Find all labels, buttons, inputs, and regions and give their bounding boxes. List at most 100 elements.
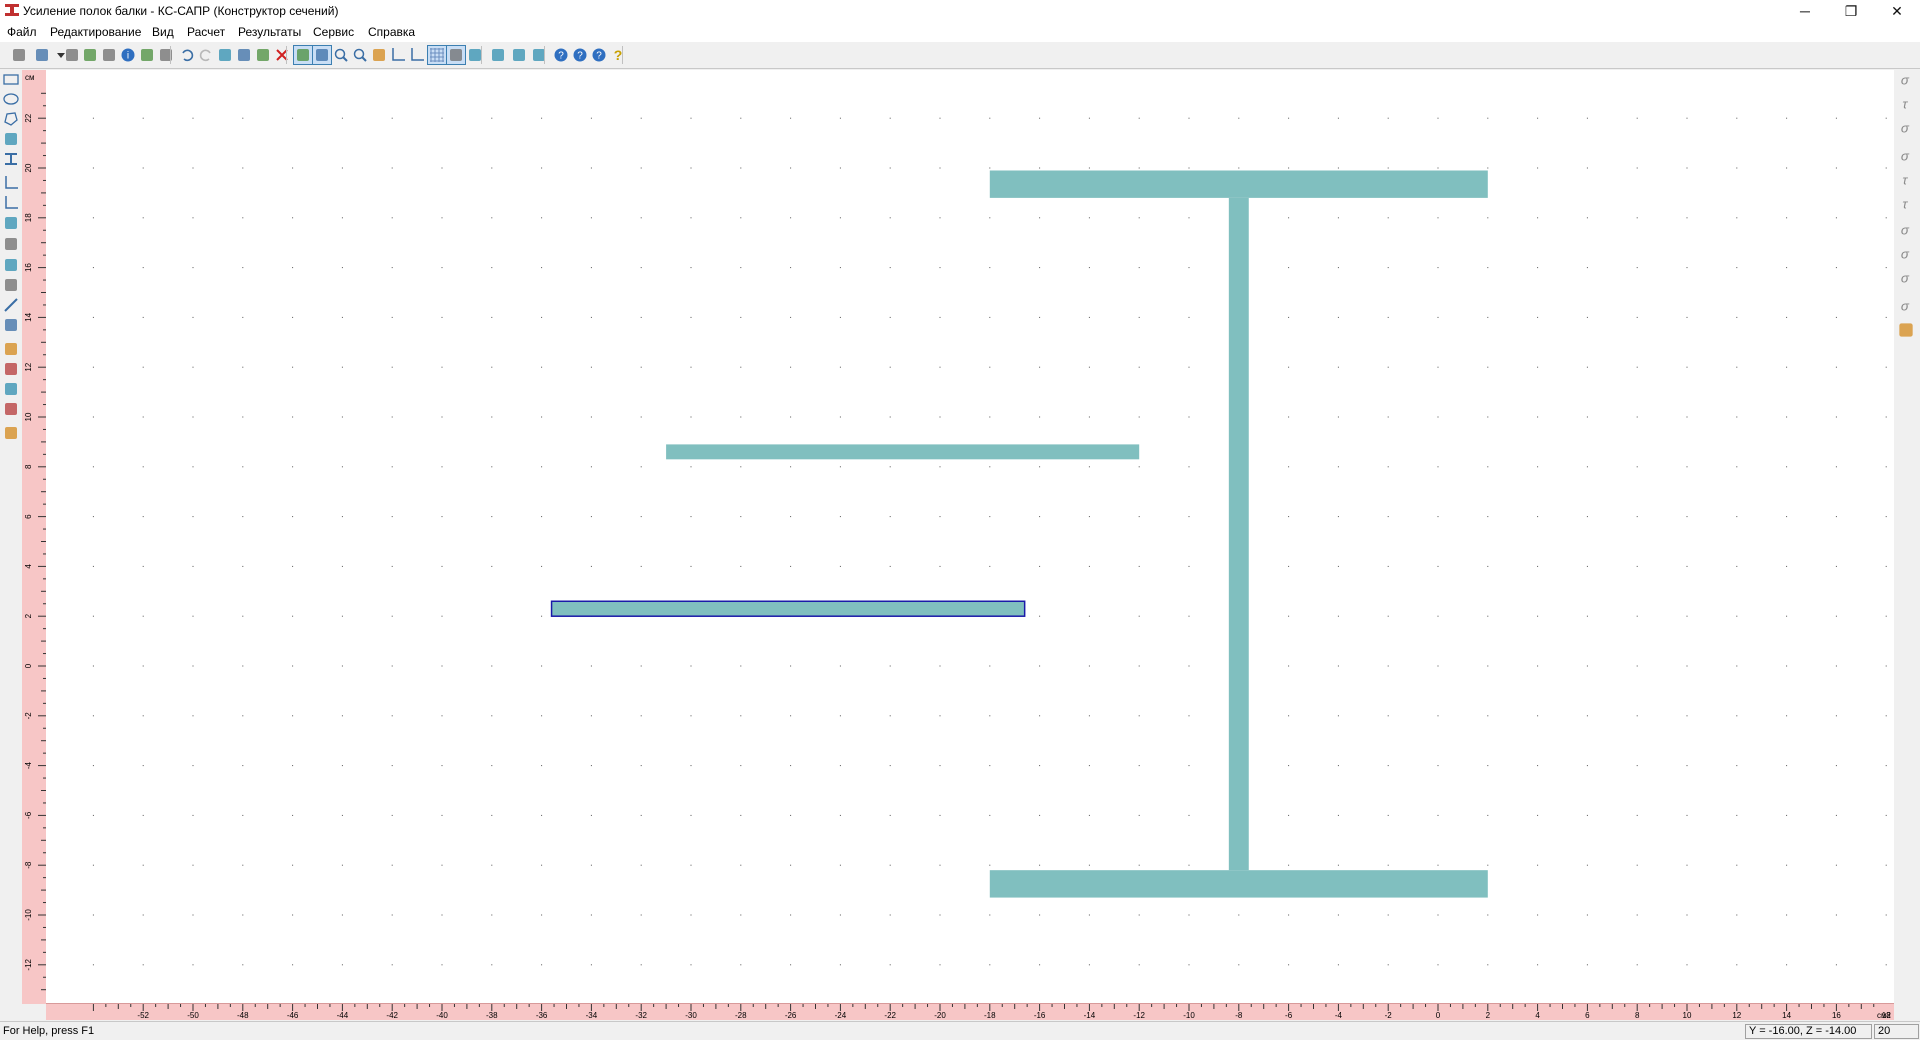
tips-button[interactable]: ? [609,46,627,64]
sigma-r-icon: σ [1901,298,1910,313]
i-beam-tool-button[interactable] [2,150,20,168]
info-button[interactable]: i [119,46,137,64]
about-button[interactable]: ? [590,46,608,64]
properties-button[interactable] [2,424,20,442]
copy-button[interactable] [235,46,253,64]
new-button[interactable] [10,46,28,64]
x-tick-label: -38 [486,1011,498,1020]
zoom-icon [334,48,348,62]
line-tool-button[interactable] [2,296,20,314]
layer-up-icon [5,343,17,355]
menu-edit[interactable]: Редактирование [50,25,141,39]
y-tick-label: 8 [24,464,33,469]
nodes-tool-button[interactable] [2,256,20,274]
x-tick-label: 0 [1436,1011,1441,1020]
polygon-tool-button[interactable] [2,110,20,128]
menu-results[interactable]: Результаты [238,25,301,39]
ellipse-tool-button[interactable] [2,90,20,108]
calculate-icon [533,49,545,61]
stress-button[interactable]: σ [1896,118,1916,138]
fill-mode-button[interactable] [293,45,313,65]
sigma-3-button[interactable]: σ [1896,244,1916,264]
sigma-1-button[interactable]: σ [1896,146,1916,166]
zoom-button[interactable] [332,46,350,64]
sigma-r-button[interactable]: σ [1896,296,1916,316]
minimize-button[interactable]: ─ [1782,0,1828,22]
page-icon [373,49,385,61]
x-tick-label: -24 [835,1011,847,1020]
color-mode-button[interactable] [312,45,332,65]
i-beam-top-flange-shape[interactable] [989,170,1488,198]
chart-button[interactable] [1896,320,1916,340]
x-tick-label: см2 [1877,1011,1892,1020]
cut-button[interactable] [216,46,234,64]
x-tick-label: -34 [586,1011,598,1020]
svg-text:σ: σ [1901,246,1910,261]
print-button[interactable] [138,46,156,64]
array-tool-button[interactable] [2,276,20,294]
reinforcement-plate-upper-shape[interactable] [666,444,1140,460]
y-tick-label: 20 [24,163,33,172]
save-all-button[interactable] [81,46,99,64]
measure-tool-button[interactable] [2,316,20,334]
x-tick-label: -26 [785,1011,797,1020]
layer-up-button[interactable] [2,340,20,358]
coordinate-tool-button[interactable] [2,194,20,212]
sigma-e-button[interactable]: σ [1896,268,1916,288]
menu-help[interactable]: Справка [368,25,415,39]
redo-button[interactable] [197,46,215,64]
tau-xz-button[interactable]: τ [1896,194,1916,214]
x-tick-label: -18 [984,1011,996,1020]
delete-button[interactable] [273,46,291,64]
open-button[interactable] [33,46,51,64]
sigma-button[interactable]: σ [1896,70,1916,90]
help-button[interactable]: ? [552,46,570,64]
group-button[interactable] [2,380,20,398]
pin-tool-button[interactable] [2,130,20,148]
x-tick-label: -16 [1034,1011,1046,1020]
layer-down-button[interactable] [2,360,20,378]
tau-icon: τ [1902,96,1908,111]
dimension-button[interactable] [389,46,407,64]
tau-xy-button[interactable]: τ [1896,170,1916,190]
axes-tool-button[interactable] [2,174,20,192]
reinforcement-plate-lower-shape[interactable] [550,600,1026,617]
restore-button[interactable]: ❐ [1828,0,1874,22]
sigma-2-button[interactable]: σ [1896,220,1916,240]
zoom-window-button[interactable] [351,46,369,64]
fill-mode-icon [297,49,309,61]
export-button[interactable] [100,46,118,64]
i-beam-bottom-flange-shape[interactable] [989,870,1488,898]
dropdown-arrow-button[interactable] [52,46,65,64]
menu-view[interactable]: Вид [152,25,174,39]
mirror-tool-button[interactable] [2,214,20,232]
context-help-button[interactable]: ? [571,46,589,64]
menu-calculation[interactable]: Расчет [187,25,225,39]
properties-icon [5,427,17,439]
binoculars-button[interactable] [510,46,528,64]
grid-button[interactable] [427,45,447,65]
tau-button[interactable]: τ [1896,94,1916,114]
ungroup-button[interactable] [2,400,20,418]
hand-button[interactable] [489,46,507,64]
snap-button[interactable] [446,45,466,65]
save-button[interactable] [63,46,81,64]
app-icon [5,4,19,16]
axes-button[interactable] [408,46,426,64]
menu-file[interactable]: Файл [7,25,37,39]
calculate-button[interactable] [530,46,548,64]
menu-service[interactable]: Сервис [313,25,354,39]
x-tick-label: -50 [187,1011,199,1020]
drawing-canvas[interactable] [46,70,1894,1003]
about-icon: ? [592,48,606,62]
print-preview-button[interactable] [157,46,175,64]
undo-button[interactable] [178,46,196,64]
page-button[interactable] [370,46,388,64]
paste-button[interactable] [254,46,272,64]
rotate-tool-button[interactable] [2,235,20,253]
paste-icon [257,49,269,61]
ruler-unit-label: см [25,73,35,82]
rectangle-tool-button[interactable] [2,70,20,88]
i-beam-web-shape[interactable] [1228,197,1249,871]
close-button[interactable]: ✕ [1874,0,1920,22]
